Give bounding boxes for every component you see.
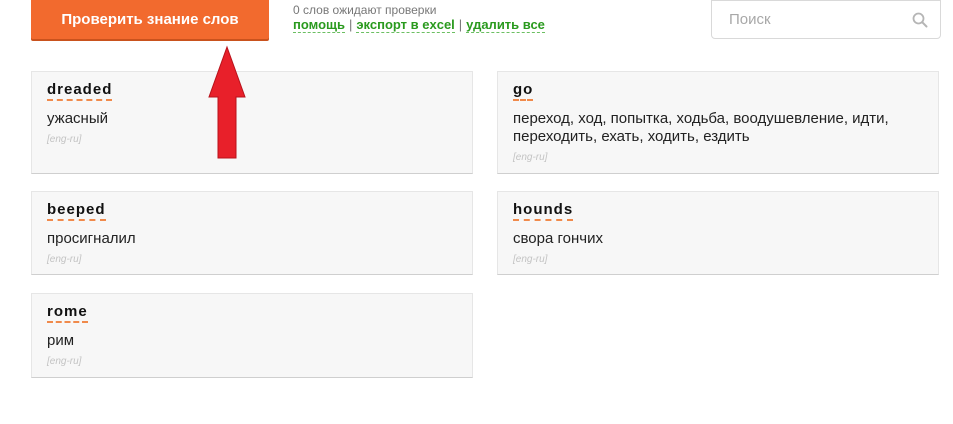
language-pair: [eng-ru] [513,152,548,163]
red-arrow-up-icon [208,45,246,159]
word-translation: просигналил [47,230,136,247]
word-card: hounds свора гончих [eng-ru] [497,191,939,275]
action-links: помощь | экспорт в excel | удалить все [293,17,545,33]
language-pair: [eng-ru] [47,134,82,145]
word-card: rome рим [eng-ru] [31,293,473,378]
language-pair: [eng-ru] [47,356,82,367]
language-pair: [eng-ru] [513,254,548,265]
word-term[interactable]: dreaded [47,81,113,101]
link-separator: | [348,17,353,32]
word-card: dreaded ужасный [eng-ru] [31,71,473,174]
search-icon[interactable] [912,12,928,28]
word-translation: ужасный [47,110,108,127]
search-box [711,0,941,39]
help-link[interactable]: помощь [293,17,345,33]
pending-check-status: 0 слов ожидают проверки [293,3,437,17]
word-card: go переход, ход, попытка, ходьба, воодуш… [497,71,939,174]
word-translation: свора гончих [513,230,603,247]
check-words-button[interactable]: Проверить знание слов [31,0,269,39]
word-term[interactable]: hounds [513,201,574,221]
export-excel-link[interactable]: экспорт в excel [356,17,455,33]
delete-all-link[interactable]: удалить все [466,17,545,33]
word-term[interactable]: go [513,81,534,101]
language-pair: [eng-ru] [47,254,82,265]
word-term[interactable]: rome [47,303,88,323]
link-separator: | [458,17,463,32]
word-card: beeped просигналил [eng-ru] [31,191,473,275]
word-translation: переход, ход, попытка, ходьба, воодушевл… [513,110,889,145]
search-input[interactable] [712,1,902,38]
word-translation: рим [47,332,75,349]
word-term[interactable]: beeped [47,201,106,221]
